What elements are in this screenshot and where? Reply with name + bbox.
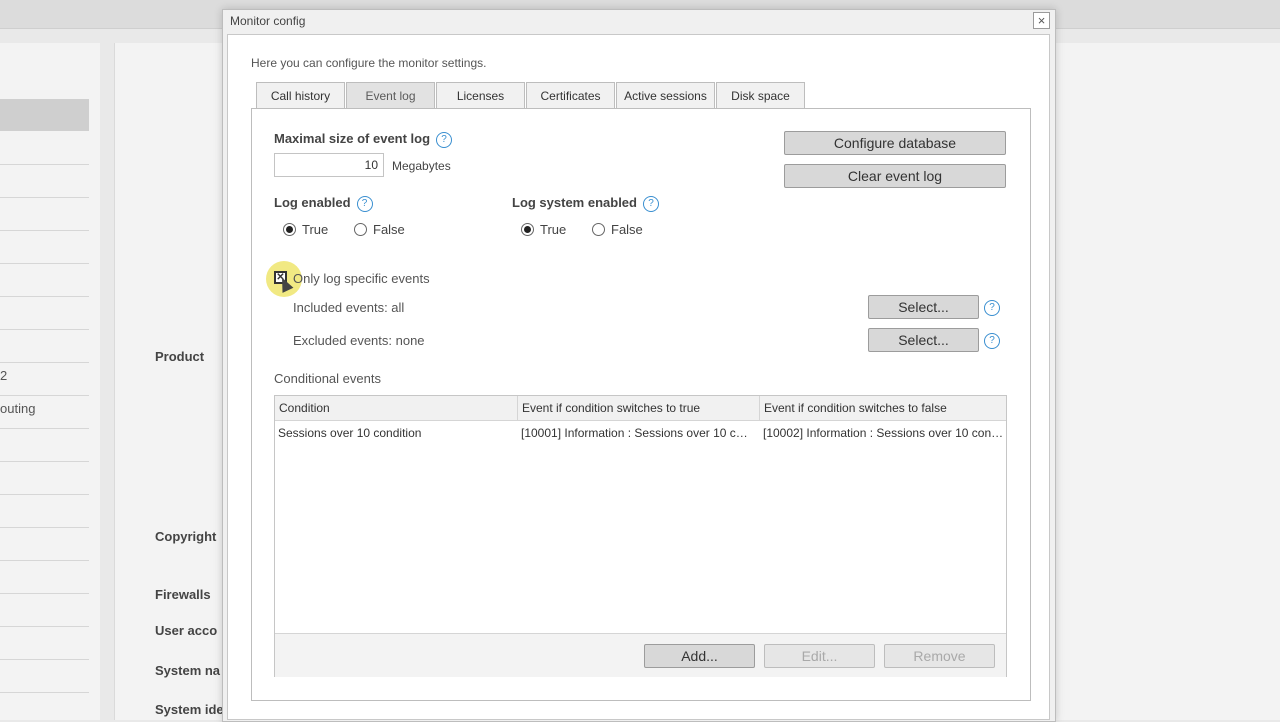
log-system-false-radio[interactable]: False xyxy=(592,222,643,237)
conditional-events-table: Condition Event if condition switches to… xyxy=(274,395,1007,677)
sidebar-divider xyxy=(0,692,89,693)
help-icon[interactable]: ? xyxy=(642,195,659,212)
log-system-heading: Log system enabled? xyxy=(512,195,659,212)
add-button[interactable]: Add... xyxy=(644,644,755,668)
clear-event-log-button[interactable]: Clear event log xyxy=(784,164,1006,188)
system-name-label: System na xyxy=(155,663,221,678)
sidebar-divider xyxy=(0,560,89,561)
sidebar-divider xyxy=(0,263,89,264)
table-header: Condition Event if condition switches to… xyxy=(275,396,1006,421)
tab-certificates[interactable]: Certificates xyxy=(526,82,615,108)
sidebar-divider xyxy=(0,428,89,429)
sidebar-divider xyxy=(0,362,89,363)
sidebar-selected-item[interactable] xyxy=(0,99,89,131)
tab-disk-space[interactable]: Disk space xyxy=(716,82,805,108)
sidebar-item[interactable]: 2 xyxy=(0,368,7,383)
background-sidebar: 2 outing xyxy=(0,43,100,720)
help-icon[interactable]: ? xyxy=(984,300,1000,316)
max-size-unit: Megabytes xyxy=(392,159,451,173)
log-system-true-radio[interactable]: True xyxy=(521,222,566,237)
table-cell-false-event: [10002] Information : Sessions over 10 c… xyxy=(763,426,1004,440)
radio-unselected-icon xyxy=(354,223,367,237)
sidebar-divider xyxy=(0,230,89,231)
radio-label: False xyxy=(373,222,405,237)
remove-button[interactable]: Remove xyxy=(884,644,995,668)
dialog-title: Monitor config xyxy=(230,14,306,28)
log-enabled-false-radio[interactable]: False xyxy=(354,222,405,237)
radio-label: True xyxy=(302,222,329,237)
log-enabled-true-radio[interactable]: True xyxy=(283,222,328,237)
tab-active-sessions[interactable]: Active sessions xyxy=(616,82,715,108)
sidebar-divider xyxy=(0,395,89,396)
dialog-description: Here you can configure the monitor setti… xyxy=(251,56,487,70)
configure-database-button[interactable]: Configure database xyxy=(784,131,1006,155)
column-header-true-event[interactable]: Event if condition switches to true xyxy=(518,396,760,420)
max-size-label: Maximal size of event log xyxy=(274,131,431,146)
log-enabled-label: Log enabled xyxy=(274,195,351,210)
dialog-body: Here you can configure the monitor setti… xyxy=(227,34,1050,720)
sidebar-divider xyxy=(0,494,89,495)
user-accounts-label: User acco xyxy=(155,623,218,638)
log-enabled-heading: Log enabled? xyxy=(274,195,373,212)
radio-label: False xyxy=(611,222,643,237)
excluded-events-text: Excluded events: none xyxy=(293,333,425,348)
firewalls-label: Firewalls xyxy=(155,587,211,602)
column-header-condition[interactable]: Condition xyxy=(275,396,518,420)
table-cell-condition: Sessions over 10 condition xyxy=(278,426,422,440)
sidebar-divider xyxy=(0,197,89,198)
radio-selected-icon xyxy=(283,223,296,237)
radio-unselected-icon xyxy=(592,223,605,237)
sidebar-item[interactable]: outing xyxy=(0,401,35,416)
select-excluded-button[interactable]: Select... xyxy=(868,328,979,352)
edit-button[interactable]: Edit... xyxy=(764,644,875,668)
radio-label: True xyxy=(540,222,567,237)
tab-licenses[interactable]: Licenses xyxy=(436,82,525,108)
close-icon[interactable]: × xyxy=(1033,12,1050,29)
tab-event-log[interactable]: Event log xyxy=(346,82,435,108)
sidebar-divider xyxy=(0,296,89,297)
max-size-input[interactable]: 10 xyxy=(274,153,384,177)
radio-selected-icon xyxy=(521,223,534,237)
help-icon[interactable]: ? xyxy=(356,195,373,212)
sidebar-divider xyxy=(0,593,89,594)
sidebar-divider xyxy=(0,329,89,330)
sidebar-divider xyxy=(0,461,89,462)
monitor-config-dialog: Monitor config × Here you can configure … xyxy=(222,9,1056,722)
only-specific-label: Only log specific events xyxy=(293,271,430,286)
system-identifier-label: System ide xyxy=(155,702,224,717)
help-icon[interactable]: ? xyxy=(984,333,1000,349)
copyright-label: Copyright xyxy=(155,529,217,544)
tab-call-history[interactable]: Call history xyxy=(256,82,345,108)
product-label: Product xyxy=(155,349,205,364)
sidebar-divider xyxy=(0,659,89,660)
conditional-events-label: Conditional events xyxy=(274,371,381,386)
sidebar-divider xyxy=(0,626,89,627)
max-size-heading: Maximal size of event log? xyxy=(274,131,453,148)
included-events-text: Included events: all xyxy=(293,300,405,315)
event-log-panel: Maximal size of event log? 10 Megabytes … xyxy=(251,108,1031,701)
table-row[interactable]: Sessions over 10 condition [10001] Infor… xyxy=(275,421,1006,445)
table-footer: Add... Edit... Remove xyxy=(275,633,1006,677)
sidebar-divider xyxy=(0,527,89,528)
column-header-false-event[interactable]: Event if condition switches to false xyxy=(760,396,1006,420)
help-icon[interactable]: ? xyxy=(436,131,453,148)
table-cell-true-event: [10001] Information : Sessions over 10 c… xyxy=(521,426,754,440)
sidebar-divider xyxy=(0,164,89,165)
select-included-button[interactable]: Select... xyxy=(868,295,979,319)
log-system-label: Log system enabled xyxy=(512,195,637,210)
